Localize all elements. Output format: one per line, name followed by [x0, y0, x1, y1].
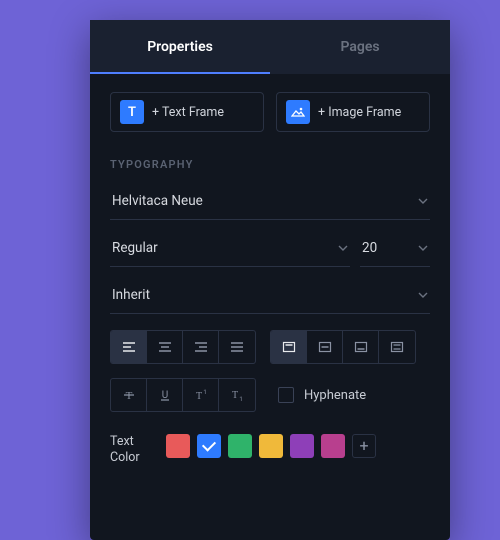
align-left-button[interactable] [111, 331, 147, 363]
typography-heading: TYPOGRAPHY [110, 158, 430, 171]
font-weight-select[interactable]: Regular [110, 232, 350, 267]
color-swatches: + [166, 434, 376, 458]
align-center-button[interactable] [147, 331, 183, 363]
hyphenate-checkbox[interactable] [278, 387, 294, 403]
tab-properties[interactable]: Properties [90, 20, 270, 74]
color-swatch[interactable] [259, 434, 283, 458]
font-family-select[interactable]: Helvitaca Neue [110, 185, 430, 220]
properties-panel: Properties Pages T + Text Frame + Image … [90, 20, 450, 540]
valign-middle-button[interactable] [307, 331, 343, 363]
text-align-group [110, 330, 256, 364]
text-decoration-group: T U T1 T1 [110, 378, 256, 412]
tab-label: Pages [340, 39, 379, 55]
align-justify-button[interactable] [219, 331, 255, 363]
tab-label: Properties [147, 39, 213, 55]
svg-text:1: 1 [239, 396, 242, 402]
svg-text:1: 1 [203, 389, 206, 396]
vertical-align-group [270, 330, 416, 364]
svg-text:U: U [161, 390, 167, 401]
chevron-down-icon [418, 243, 428, 253]
text-color-label: Text Color [110, 434, 150, 467]
select-value: Regular [112, 240, 158, 256]
text-color-row: Text Color + [110, 434, 430, 467]
add-text-frame-button[interactable]: T + Text Frame [110, 92, 264, 132]
line-height-select[interactable]: Inherit [110, 279, 430, 314]
text-icon: T [120, 100, 144, 124]
valign-stretch-button[interactable] [379, 331, 415, 363]
hyphenate-option[interactable]: Hyphenate [278, 387, 366, 403]
color-swatch[interactable] [197, 434, 221, 458]
chevron-down-icon [338, 243, 348, 253]
align-right-button[interactable] [183, 331, 219, 363]
panel-tabs: Properties Pages [90, 20, 450, 74]
color-swatch[interactable] [166, 434, 190, 458]
valign-top-button[interactable] [271, 331, 307, 363]
svg-text:T: T [232, 390, 238, 401]
button-label: + Text Frame [152, 105, 224, 120]
color-swatch[interactable] [290, 434, 314, 458]
frame-buttons: T + Text Frame + Image Frame [110, 92, 430, 132]
valign-bottom-button[interactable] [343, 331, 379, 363]
color-swatch[interactable] [321, 434, 345, 458]
font-size-select[interactable]: 20 [360, 232, 430, 267]
select-value: Helvitaca Neue [112, 193, 203, 209]
add-image-frame-button[interactable]: + Image Frame [276, 92, 430, 132]
strikethrough-button[interactable]: T [111, 379, 147, 411]
panel-content: T + Text Frame + Image Frame TYPOGRAPHY … [90, 74, 450, 485]
select-value: 20 [362, 240, 377, 256]
svg-text:T: T [195, 391, 201, 402]
button-label: + Image Frame [318, 105, 401, 120]
chevron-down-icon [418, 196, 428, 206]
decoration-row: T U T1 T1 Hyphenate [110, 378, 430, 412]
underline-button[interactable]: U [147, 379, 183, 411]
tab-pages[interactable]: Pages [270, 20, 450, 74]
alignment-row [110, 330, 430, 364]
color-swatch[interactable] [228, 434, 252, 458]
subscript-button[interactable]: T1 [219, 379, 255, 411]
chevron-down-icon [418, 290, 428, 300]
checkbox-label: Hyphenate [304, 388, 366, 403]
select-value: Inherit [112, 287, 150, 303]
add-color-button[interactable]: + [352, 434, 376, 458]
superscript-button[interactable]: T1 [183, 379, 219, 411]
svg-text:T: T [125, 390, 132, 402]
image-icon [286, 100, 310, 124]
